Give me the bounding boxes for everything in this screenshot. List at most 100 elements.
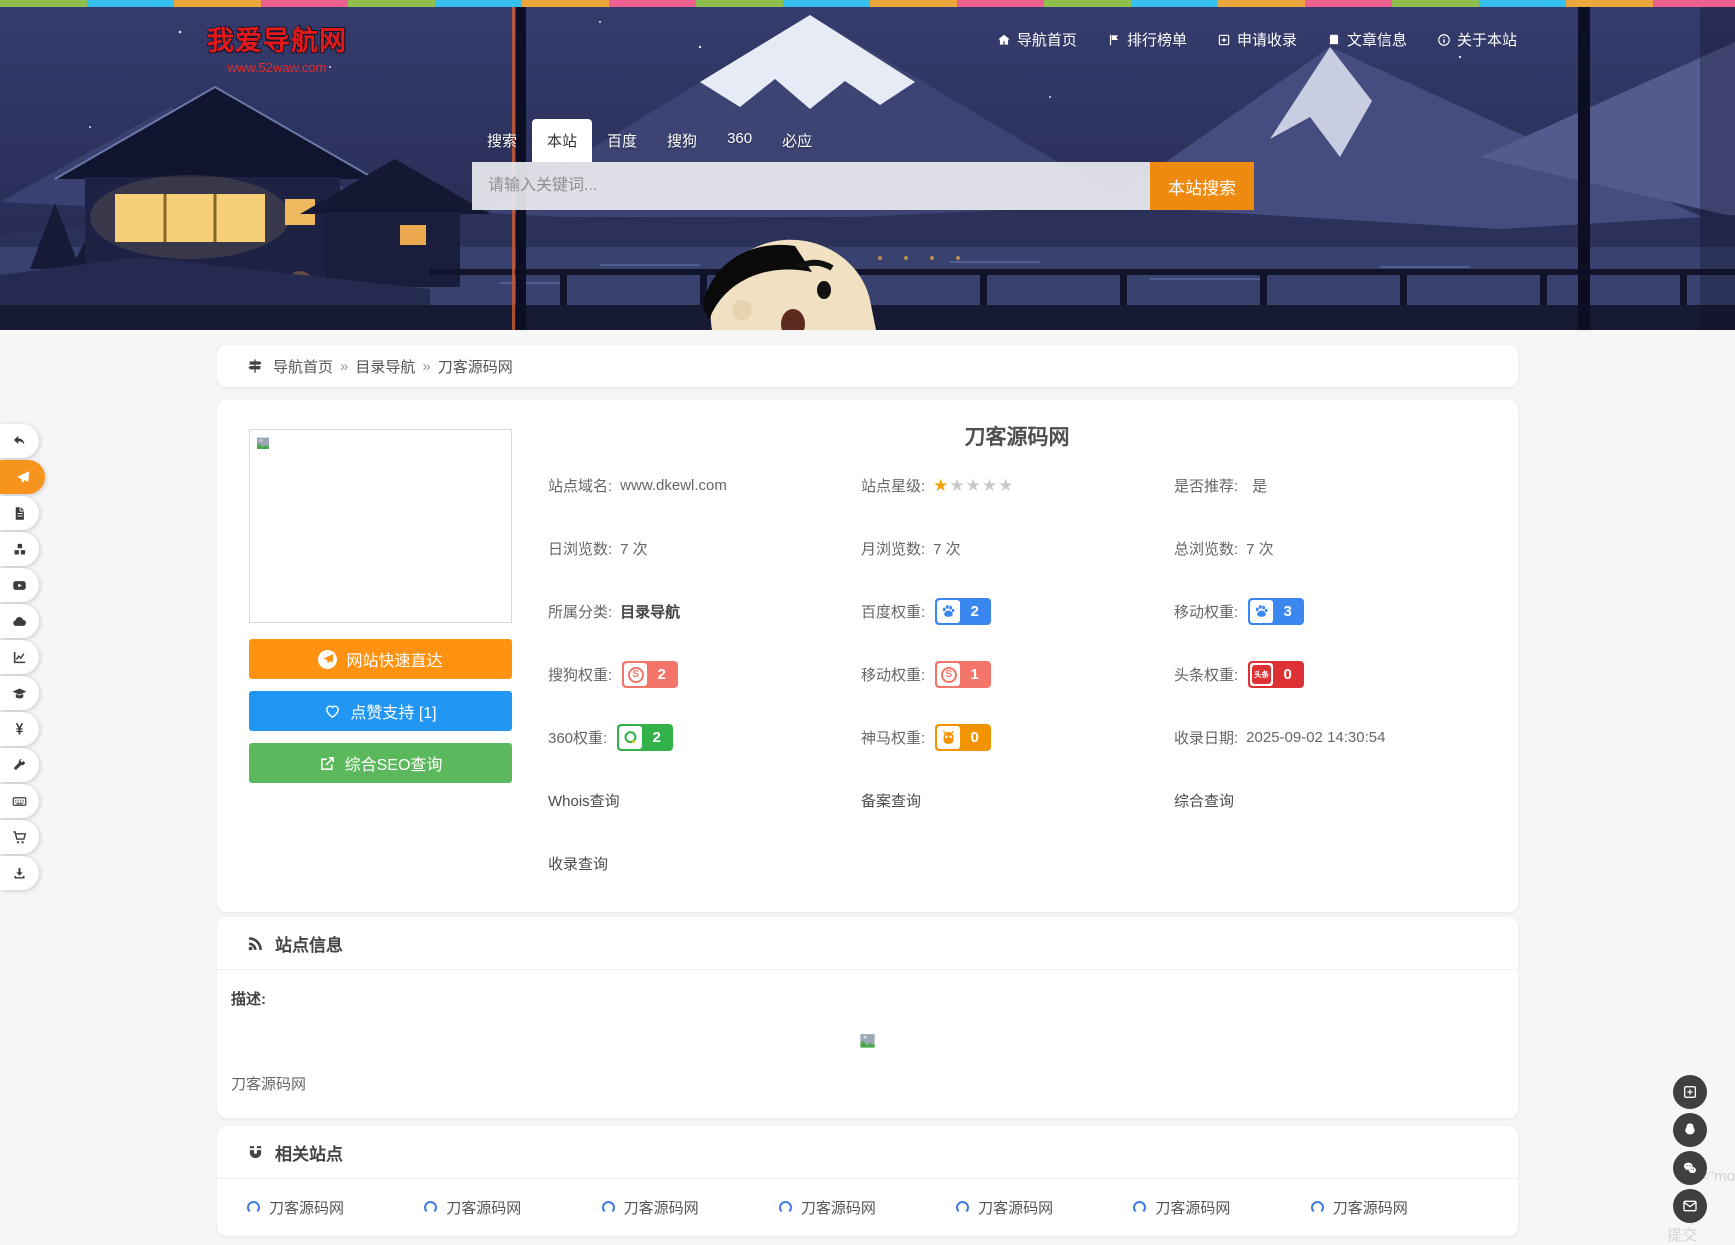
wrench-icon xyxy=(12,758,27,773)
field-sogou-mobile-weight: 移动权重: S 1 xyxy=(861,643,1174,706)
toutiao-weight-badge: 头条 0 xyxy=(1248,661,1304,688)
tab-this-site[interactable]: 本站 xyxy=(532,119,592,162)
field-baidu-weight: 百度权重: 2 xyxy=(861,580,1174,643)
section-title: 相关站点 xyxy=(275,1140,343,1165)
site-screenshot-placeholder xyxy=(249,429,512,623)
cloud-icon xyxy=(12,614,27,629)
field-monthly-views: 月浏览数:7 次 xyxy=(861,517,1174,580)
top-navigation: 导航首页 排行榜单 申请收录 文章信息 关于本站 xyxy=(997,29,1517,50)
toutiao-icon: 头条 xyxy=(1252,665,1271,684)
index-query-link[interactable]: 收录查询 xyxy=(548,853,608,874)
random-dock-button[interactable] xyxy=(0,532,39,566)
site-logo[interactable]: 我爱导航网 www.52waw.com xyxy=(207,19,347,75)
email-contact-button[interactable] xyxy=(1673,1189,1707,1223)
sogou-icon: S xyxy=(941,667,957,683)
typing-dock-button[interactable] xyxy=(0,784,39,818)
related-site-link[interactable]: 刀客源码网 xyxy=(1133,1197,1310,1218)
education-dock-button[interactable] xyxy=(0,676,39,710)
articles-dock-button[interactable] xyxy=(0,496,39,530)
breadcrumb-home[interactable]: 导航首页 xyxy=(273,356,333,377)
submit-site-float-button[interactable] xyxy=(1673,1075,1707,1109)
tab-sogou[interactable]: 搜狗 xyxy=(652,119,712,162)
nav-about[interactable]: 关于本站 xyxy=(1437,29,1517,50)
tab-baidu[interactable]: 百度 xyxy=(592,119,652,162)
field-domain: 站点域名: www.dkewl.com xyxy=(548,454,861,517)
breadcrumb-current: 刀客源码网 xyxy=(438,356,513,377)
reply-icon xyxy=(12,434,27,449)
paper-plane-icon xyxy=(318,650,337,669)
quick-visit-button[interactable] xyxy=(0,460,45,494)
related-site-link[interactable]: 刀客源码网 xyxy=(1311,1197,1488,1218)
field-total-views: 总浏览数:7 次 xyxy=(1174,517,1486,580)
related-site-link[interactable]: 刀客源码网 xyxy=(424,1197,601,1218)
icp-query-link[interactable]: 备案查询 xyxy=(861,790,921,811)
nav-rankings[interactable]: 排行榜单 xyxy=(1107,29,1187,50)
related-site-link[interactable]: 刀客源码网 xyxy=(247,1197,424,1218)
field-index-date: 收录日期: 2025-09-02 14:30:54 xyxy=(1174,706,1486,769)
shop-dock-button[interactable] xyxy=(0,820,39,854)
plus-square-icon xyxy=(1682,1084,1698,1100)
star-rating: ★★★★★ xyxy=(933,476,1014,496)
favicon-placeholder-icon xyxy=(1133,1201,1146,1214)
tools-dock-button[interactable] xyxy=(0,748,39,782)
right-floating-dock xyxy=(1673,1075,1707,1227)
visit-site-button[interactable]: 网站快速直达 xyxy=(249,639,512,679)
nav-home[interactable]: 导航首页 xyxy=(997,29,1077,50)
nav-articles[interactable]: 文章信息 xyxy=(1327,29,1407,50)
render-artifact-submit: 提交 xyxy=(1667,1224,1697,1245)
sogou-mobile-weight-badge: S 1 xyxy=(935,661,991,688)
video-dock-button[interactable] xyxy=(0,568,39,602)
wechat-contact-button[interactable] xyxy=(1673,1151,1707,1185)
tab-bing[interactable]: 必应 xyxy=(767,119,827,162)
plus-square-icon xyxy=(1217,33,1231,47)
related-site-link[interactable]: 刀客源码网 xyxy=(956,1197,1133,1218)
site-info-section: 站点信息 描述: 刀客源码网 xyxy=(217,917,1518,1118)
whois-query-link[interactable]: Whois查询 xyxy=(548,790,620,811)
favicon-placeholder-icon xyxy=(424,1201,437,1214)
search-button[interactable]: 本站搜索 xyxy=(1150,162,1254,210)
download-dock-button[interactable] xyxy=(0,856,39,890)
rss-icon xyxy=(247,935,264,952)
back-button[interactable] xyxy=(0,424,39,458)
site-detail-card: 网站快速直达 点赞支持 [1] 综合SEO查询 刀客源码网 xyxy=(217,400,1518,912)
related-site-link[interactable]: 刀客源码网 xyxy=(602,1197,779,1218)
favicon-placeholder-icon xyxy=(956,1201,969,1214)
baidu-weight-badge: 2 xyxy=(935,598,991,625)
sogou-weight-badge: S 2 xyxy=(622,661,678,688)
graduation-cap-icon xyxy=(12,686,27,701)
field-star-rating: 站点星级: ★★★★★ xyxy=(861,454,1174,517)
finance-dock-button[interactable] xyxy=(0,712,39,746)
stats-dock-button[interactable] xyxy=(0,640,39,674)
tab-360[interactable]: 360 xyxy=(712,119,767,162)
cart-icon xyxy=(12,830,27,845)
external-link-icon xyxy=(319,755,336,772)
like-button[interactable]: 点赞支持 [1] xyxy=(249,691,512,731)
360-icon xyxy=(622,729,639,746)
favicon-placeholder-icon xyxy=(247,1201,260,1214)
seo-query-button[interactable]: 综合SEO查询 xyxy=(249,743,512,783)
rainbow-strip xyxy=(0,0,1735,7)
field-sogou-weight: 搜狗权重: S 2 xyxy=(548,643,861,706)
nav-submit-site[interactable]: 申请收录 xyxy=(1217,29,1297,50)
yen-icon xyxy=(12,722,27,737)
logo-subtitle: www.52waw.com xyxy=(207,60,347,75)
heart-icon xyxy=(324,703,341,720)
qq-icon xyxy=(1682,1122,1698,1138)
description-image-placeholder xyxy=(231,1031,1504,1053)
baidu-mobile-weight-badge: 3 xyxy=(1248,598,1304,625)
cloud-dock-button[interactable] xyxy=(0,604,39,638)
related-sites-list: 刀客源码网 刀客源码网 刀客源码网 刀客源码网 刀客源码网 刀客源码网 刀客源码… xyxy=(217,1179,1518,1236)
file-icon xyxy=(12,506,27,521)
qq-contact-button[interactable] xyxy=(1673,1113,1707,1147)
breadcrumb-category[interactable]: 目录导航 xyxy=(355,356,415,377)
chart-line-icon xyxy=(12,650,27,665)
related-sites-section: 相关站点 刀客源码网 刀客源码网 刀客源码网 刀客源码网 刀客源码网 刀客源码网… xyxy=(217,1126,1518,1236)
category-link[interactable]: 目录导航 xyxy=(620,601,680,622)
comprehensive-query-link[interactable]: 综合查询 xyxy=(1174,790,1234,811)
tab-search[interactable]: 搜索 xyxy=(472,119,532,162)
search-tabs: 搜索 本站 百度 搜狗 360 必应 xyxy=(472,119,1254,162)
field-recommended: 是否推荐: 是 xyxy=(1174,454,1486,517)
related-site-link[interactable]: 刀客源码网 xyxy=(779,1197,956,1218)
favicon-placeholder-icon xyxy=(779,1201,792,1214)
search-input[interactable] xyxy=(472,162,1150,210)
